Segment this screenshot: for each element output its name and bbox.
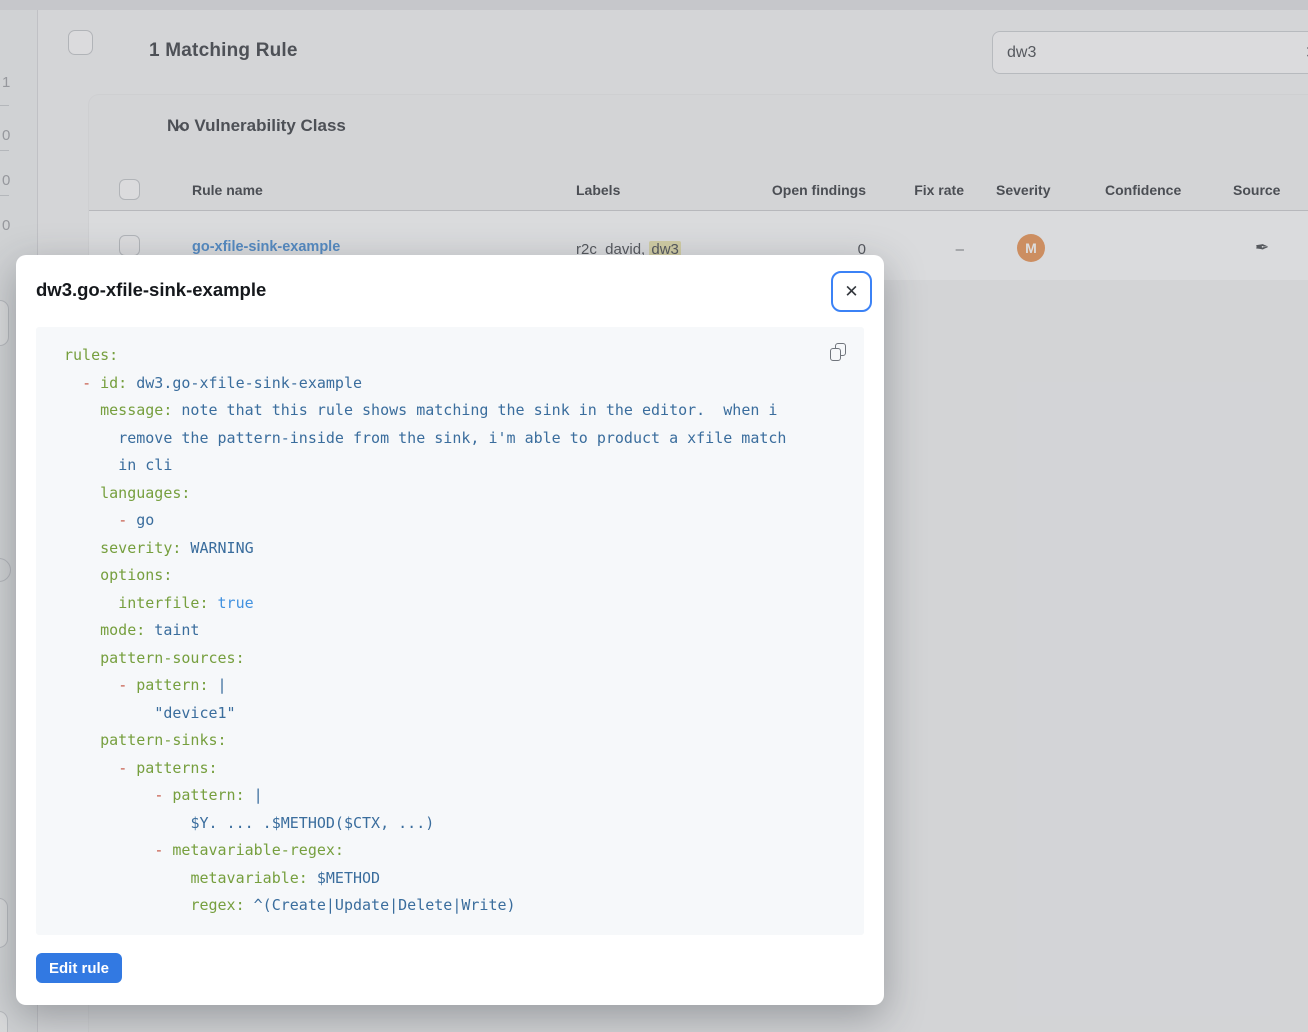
close-icon: ✕ (844, 282, 858, 302)
rule-yaml-code-block: rules: - id: dw3.go-xfile-sink-example m… (36, 327, 864, 935)
copy-icon[interactable] (830, 343, 848, 363)
edit-rule-button[interactable]: Edit rule (36, 953, 122, 983)
rule-detail-modal: dw3.go-xfile-sink-example ✕ rules: - id:… (16, 255, 884, 1005)
rule-yaml-text: rules: - id: dw3.go-xfile-sink-example m… (64, 342, 864, 920)
modal-title: dw3.go-xfile-sink-example (36, 279, 266, 301)
modal-close-button[interactable]: ✕ (831, 271, 872, 312)
